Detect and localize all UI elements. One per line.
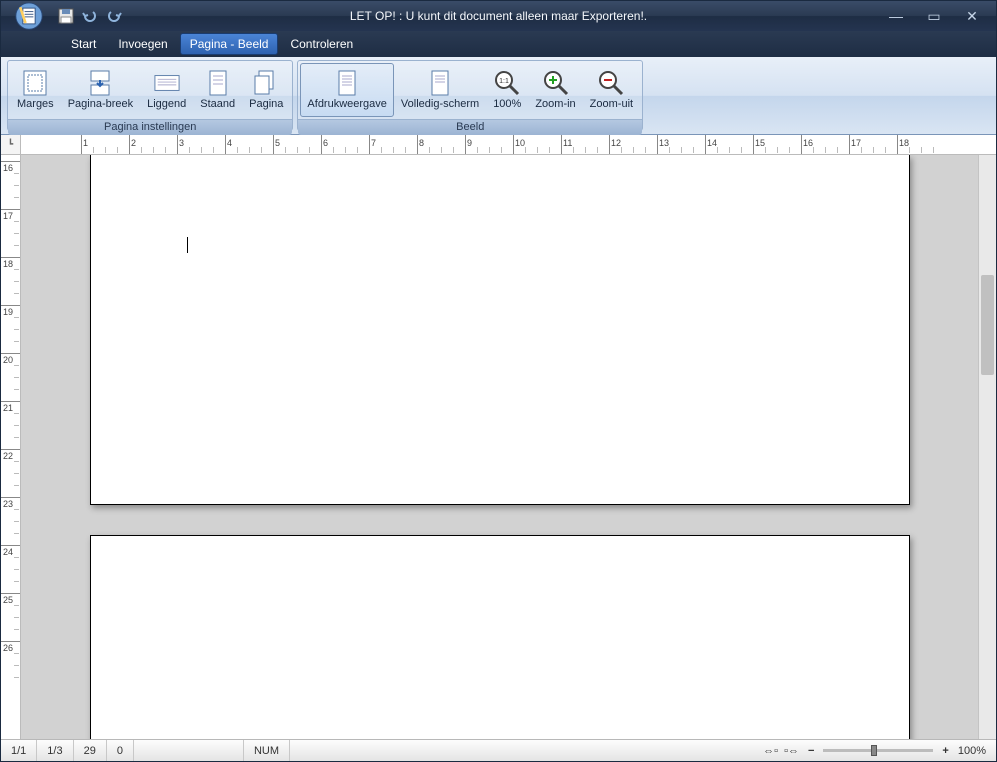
liggend-label: Liggend [147,98,186,110]
marges-label: Marges [17,98,54,110]
margins-icon [22,70,48,96]
zoom-slider[interactable] [823,749,933,752]
staand-button[interactable]: Staand [193,63,242,117]
scroll-thumb[interactable] [981,275,994,375]
pagina-breek-button[interactable]: Pagina-breek [61,63,140,117]
fit-width-icon[interactable]: ⇔▫ [763,745,778,757]
afdrukweergave-label: Afdrukweergave [307,98,387,110]
pagina-label: Pagina [249,98,283,110]
close-button[interactable]: ✕ [962,6,982,26]
zoom-100-icon: 1:1 [494,70,520,96]
horizontal-ruler[interactable]: 123456789101112131415161718 [21,135,996,154]
zoom-in-icon [543,70,569,96]
window-controls: — ▭ ✕ [886,6,996,26]
zoom-minus-button[interactable]: − [805,745,817,757]
zoom-control: ⇔▫ ▫⇔ − + 100% [753,745,996,757]
page-2[interactable] [90,535,910,739]
status-empty [134,740,244,761]
statusbar: 1/1 1/3 29 0 NUM ⇔▫ ▫⇔ − + 100% [1,739,996,761]
window-title: LET OP! : U kunt dit document alleen maa… [1,9,996,23]
marges-button[interactable]: Marges [10,63,61,117]
pages-icon [253,70,279,96]
staand-label: Staand [200,98,235,110]
fullscreen-icon [427,70,453,96]
zoom-plus-button[interactable]: + [939,745,951,757]
status-col[interactable]: 0 [107,740,134,761]
zoom-100-button[interactable]: 1:1 100% [486,63,528,117]
vertical-ruler[interactable]: 1617181920212223242526 [1,155,21,739]
save-button[interactable] [57,7,75,25]
page-break-icon [87,70,113,96]
ribbon-group-pagina-instellingen: Marges Pagina-breek Liggend Staand Pagin… [7,60,293,131]
redo-button[interactable] [105,7,123,25]
titlebar: LET OP! : U kunt dit document alleen maa… [1,1,996,31]
print-layout-icon [334,70,360,96]
pagina-breek-label: Pagina-breek [68,98,133,110]
menu-pagina-beeld[interactable]: Pagina - Beeld [180,33,279,55]
zoom-out-icon [598,70,624,96]
status-line[interactable]: 29 [74,740,107,761]
undo-button[interactable] [81,7,99,25]
ribbon: Marges Pagina-breek Liggend Staand Pagin… [1,57,996,135]
zoom-percent[interactable]: 100% [958,745,986,757]
zoom-in-button[interactable]: Zoom-in [528,63,582,117]
menu-controleren[interactable]: Controleren [280,33,363,55]
pagina-button[interactable]: Pagina [242,63,290,117]
portrait-icon [205,70,231,96]
svg-text:1:1: 1:1 [499,78,509,85]
ribbon-group-beeld: Afdrukweergave Volledig-scherm 1:1 100% … [297,60,643,131]
maximize-button[interactable]: ▭ [924,6,944,26]
ruler-corner: ┗ [1,135,21,154]
menu-start[interactable]: Start [61,33,106,55]
minimize-button[interactable]: — [886,6,906,26]
status-page[interactable]: 1/1 [1,740,37,761]
zoom-in-label: Zoom-in [535,98,575,110]
menubar: Start Invoegen Pagina - Beeld Controlere… [1,31,996,57]
menu-invoegen[interactable]: Invoegen [108,33,177,55]
volledig-scherm-button[interactable]: Volledig-scherm [394,63,486,117]
document-area[interactable] [21,155,978,739]
status-section[interactable]: 1/3 [37,740,73,761]
ruler-row: ┗ 123456789101112131415161718 [1,135,996,155]
workspace: 1617181920212223242526 [1,155,996,739]
zoom-thumb[interactable] [871,745,877,756]
quick-access-toolbar [57,7,123,25]
vertical-scrollbar[interactable] [978,155,996,739]
volledig-scherm-label: Volledig-scherm [401,98,479,110]
landscape-icon [154,70,180,96]
fit-page-icon[interactable]: ▫⇔ [784,745,799,757]
zoom-100-label: 100% [493,98,521,110]
app-menu-button[interactable] [7,1,51,31]
afdrukweergave-button[interactable]: Afdrukweergave [300,63,394,117]
page-1[interactable] [90,155,910,505]
zoom-uit-label: Zoom-uit [590,98,633,110]
status-num[interactable]: NUM [244,740,290,761]
ribbon-group2-label: Beeld [298,119,642,135]
liggend-button[interactable]: Liggend [140,63,193,117]
text-cursor [187,237,188,253]
app-window: LET OP! : U kunt dit document alleen maa… [0,0,997,762]
zoom-uit-button[interactable]: Zoom-uit [583,63,640,117]
ribbon-group1-label: Pagina instellingen [8,119,292,135]
